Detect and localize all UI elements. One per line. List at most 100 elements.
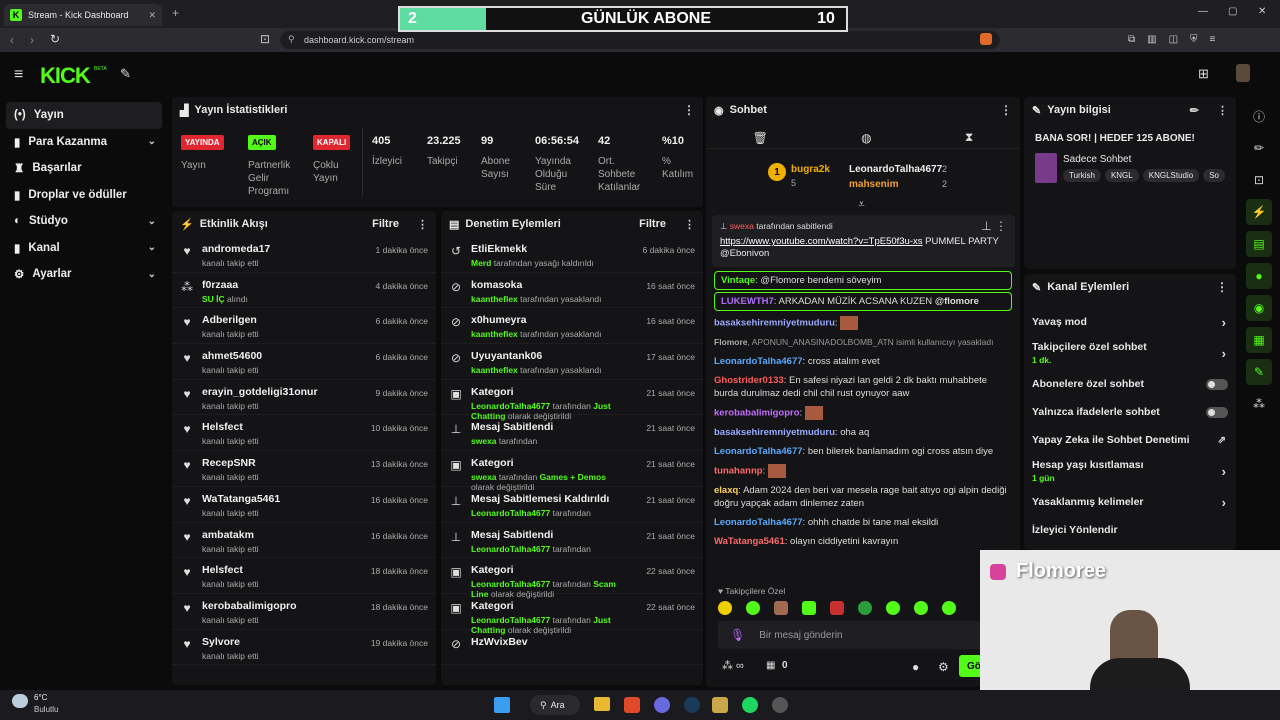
- windows-start-icon[interactable]: [494, 697, 510, 713]
- chat-mention[interactable]: @flomore: [935, 296, 979, 307]
- activity-item[interactable]: ♥ erayin_gotdeligi31onur kanalı takip etti…: [172, 380, 436, 416]
- chat-message[interactable]: Flomore, APONUN_ANASINADOLBOMB_ATN isiml…: [706, 333, 1020, 352]
- pinned-link[interactable]: https://www.youtube.com/watch?v=TpE50f3u…: [720, 236, 923, 247]
- drops-icon[interactable]: ⁂: [1246, 391, 1272, 417]
- file-explorer-icon[interactable]: [594, 697, 610, 711]
- activity-username[interactable]: Helsfect: [202, 564, 259, 576]
- wallet-icon[interactable]: ◫: [1169, 34, 1178, 45]
- minimize-icon[interactable]: —: [1198, 6, 1208, 17]
- toggle-switch[interactable]: [1206, 406, 1228, 418]
- kebab-menu-icon[interactable]: ⋮: [1217, 104, 1228, 117]
- chat-message[interactable]: basaksehiremniyetmuduru:: [706, 313, 1020, 333]
- channel-action-item[interactable]: Yasaklanmış kelimeler ›: [1024, 488, 1236, 516]
- chat-bubble-icon[interactable]: ●: [912, 660, 919, 674]
- channel-action-item[interactable]: Abonelere özel sohbet: [1024, 370, 1236, 398]
- activity-item[interactable]: ⁂ f0rzaaa SU İÇ alındı 4 dakika önce: [172, 273, 436, 309]
- sidebar-item-para-kazanma[interactable]: ▮ Para Kazanma ⌄: [0, 129, 168, 156]
- channel-action-item[interactable]: Yavaş mod ›: [1024, 308, 1236, 336]
- chat-message[interactable]: tunahannp:: [706, 461, 1020, 481]
- moderation-item[interactable]: ⊘ HzWvixBev: [441, 630, 703, 666]
- activity-username[interactable]: kerobabalimigopro: [202, 600, 297, 612]
- info-icon[interactable]: ⓘ: [1246, 103, 1272, 129]
- back-icon[interactable]: ‹: [10, 33, 14, 47]
- emote-icon[interactable]: [746, 601, 760, 615]
- tag[interactable]: KNGL: [1104, 169, 1139, 182]
- maximize-icon[interactable]: ▢: [1228, 6, 1237, 17]
- moderation-item[interactable]: ⊘ Uyuyantank06 kaantheflex tarafından yasa…: [441, 344, 703, 380]
- chat-username[interactable]: LeonardoTalha4677: [714, 356, 803, 367]
- drops-icon[interactable]: ⁂ ∞: [722, 659, 744, 672]
- kebab-menu-icon[interactable]: ⋮: [683, 103, 695, 117]
- brave-icon[interactable]: [624, 697, 640, 713]
- moderator-name[interactable]: kaantheflex: [471, 329, 518, 339]
- moderation-item[interactable]: ▣ Kategori LeonardoTalha4677 tarafından Ju…: [441, 594, 703, 635]
- moderation-item[interactable]: ⊥ Mesaj Sabitlendi LeonardoTalha4677 taraf…: [441, 523, 703, 559]
- activity-username[interactable]: ahmet54600: [202, 350, 262, 362]
- tag[interactable]: Turkish: [1063, 169, 1101, 182]
- moderation-item[interactable]: ⊘ komasoka kaantheflex tarafından yasaklan…: [441, 273, 703, 309]
- edit-icon[interactable]: ✏: [1190, 104, 1199, 117]
- chat-username[interactable]: Flomore: [714, 337, 748, 347]
- activity-username[interactable]: f0rzaaa: [202, 279, 248, 291]
- kebab-menu-icon[interactable]: ⋮: [1216, 280, 1228, 294]
- chat-message[interactable]: basaksehiremniyetmuduru: oha aq: [706, 423, 1020, 442]
- chat-username[interactable]: LUKEWTH7: [721, 296, 774, 307]
- sidebar-item-droplar[interactable]: ▮ Droplar ve ödüller: [0, 182, 168, 209]
- leader-name[interactable]: bugra2k: [791, 164, 830, 175]
- chat-settings-icon[interactable]: ◍: [861, 131, 871, 145]
- moderator-name[interactable]: LeonardoTalha4677: [471, 401, 550, 411]
- activity-item[interactable]: ♥ WaTatanga5461 kanalı takip etti 16 dakika…: [172, 487, 436, 523]
- sidebar-item-ayarlar[interactable]: ⚙ Ayarlar ⌄: [0, 261, 168, 288]
- emote-icon[interactable]: [774, 601, 788, 615]
- moderator-name[interactable]: kaantheflex: [471, 365, 518, 375]
- activity-username[interactable]: andromeda17: [202, 243, 270, 255]
- activity-item[interactable]: ♥ ambatakm kanalı takip etti 16 dakika önce: [172, 523, 436, 559]
- hamburger-menu-icon[interactable]: ≡: [14, 66, 23, 84]
- taskbar-search[interactable]: ⚲ Ara: [530, 695, 580, 715]
- activity-username[interactable]: Adberilgen: [202, 314, 259, 326]
- leader-name[interactable]: mahsenim: [849, 179, 898, 190]
- trash-icon[interactable]: 🗑: [753, 131, 768, 145]
- unpin-icon[interactable]: ⊥ ⋮: [981, 219, 1007, 233]
- moderator-name[interactable]: kaantheflex: [471, 294, 518, 304]
- chat-username[interactable]: basaksehiremniyetmuduru: [714, 318, 835, 329]
- channel-action-item[interactable]: Takipçilere özel sohbet 1 dk. ›: [1024, 336, 1236, 370]
- gear-icon[interactable]: ⚙: [938, 660, 949, 674]
- chat-username[interactable]: Vintaqe: [721, 275, 755, 286]
- leader-name[interactable]: LeonardoTalha4677: [849, 164, 942, 175]
- kick-logo[interactable]: KICK: [40, 63, 91, 89]
- gift-icon[interactable]: ▦: [766, 660, 775, 671]
- emote-icon[interactable]: [886, 601, 900, 615]
- chat-username[interactable]: Ghostrider0133: [714, 375, 784, 386]
- moderator-name[interactable]: Merd: [471, 258, 491, 268]
- chat-message[interactable]: kerobabalimigopro:: [706, 403, 1020, 423]
- toggle-switch[interactable]: [1206, 378, 1228, 390]
- sidebar-item-basarilar[interactable]: ♜ Başarılar: [0, 155, 168, 182]
- emote-icon[interactable]: [914, 601, 928, 615]
- chat-username[interactable]: LeonardoTalha4677: [714, 517, 803, 528]
- activity-item[interactable]: ♥ Helsfect kanalı takip etti 18 dakika önce: [172, 558, 436, 594]
- moderation-item[interactable]: ↺ EtliEkmekk Merd tarafından yasağı kaldır…: [441, 237, 703, 273]
- activity-item[interactable]: ♥ Sylvore kanalı takip etti 19 dakika önce: [172, 630, 436, 666]
- emote-icon[interactable]: [942, 601, 956, 615]
- site-info-icon[interactable]: ⚲: [288, 34, 295, 45]
- chat-message[interactable]: LeonardoTalha4677: cross atalım evet: [706, 352, 1020, 371]
- chat-username[interactable]: elaxq: [714, 485, 738, 496]
- new-tab-icon[interactable]: +: [172, 6, 179, 20]
- channel-action-item[interactable]: Yalnızca ifadelerle sohbet: [1024, 398, 1236, 426]
- chat-input[interactable]: 🎙 Bir mesaj gönderin: [718, 621, 1012, 649]
- activity-item[interactable]: ♥ kerobabalimigopro kanalı takip etti 18 da…: [172, 594, 436, 630]
- chat-message[interactable]: LeonardoTalha4677: ohhh chatde bi tane m…: [706, 513, 1020, 532]
- activity-item[interactable]: ♥ andromeda17 kanalı takip etti 1 dakika ön…: [172, 237, 436, 273]
- camera-icon[interactable]: ⊡: [1246, 167, 1272, 193]
- kebab-menu-icon[interactable]: ⋮: [684, 218, 695, 231]
- activity-item[interactable]: ♥ Adberilgen kanalı takip etti 6 dakika önc…: [172, 308, 436, 345]
- moderation-item[interactable]: ▣ Kategori LeonardoTalha4677 tarafından Ju…: [441, 380, 703, 421]
- chat-message[interactable]: Vintaqe: @Flomore bendemi söveyim: [714, 271, 1012, 290]
- activity-username[interactable]: ambatakm: [202, 529, 259, 541]
- brave-shield-icon[interactable]: [980, 33, 992, 45]
- timer-icon[interactable]: ⧗: [965, 130, 973, 145]
- collapse-icon[interactable]: ⩡: [858, 197, 865, 212]
- kebab-menu-icon[interactable]: ⋮: [417, 218, 428, 231]
- tag[interactable]: KNGLStudio: [1142, 169, 1200, 182]
